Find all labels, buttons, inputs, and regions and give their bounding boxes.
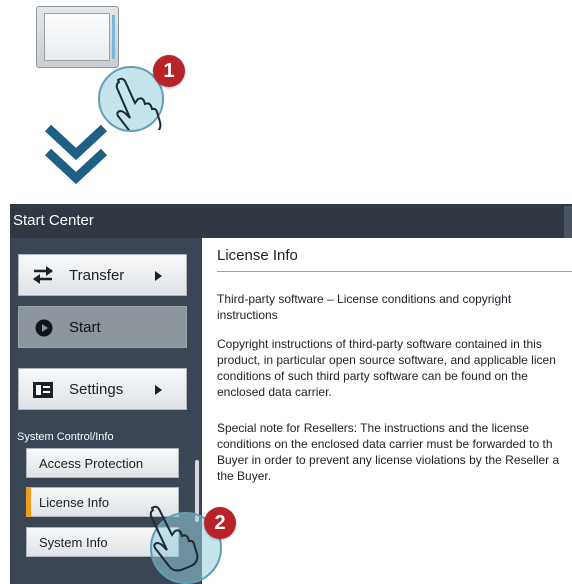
sidebar-item-access-protection[interactable]: Access Protection <box>26 448 179 478</box>
settings-panel-icon <box>33 382 53 398</box>
section-label: System Control/Info <box>17 431 114 443</box>
window-title: Start Center <box>13 212 94 229</box>
step-badge-1: 1 <box>153 55 185 87</box>
heading-divider <box>217 271 572 272</box>
transfer-label: Transfer <box>69 267 125 284</box>
start-label: Start <box>69 319 101 336</box>
device-indicator-strip <box>112 15 115 59</box>
step-badge-2: 2 <box>204 507 236 539</box>
sidebar-item-label: System Info <box>39 535 108 550</box>
device-screen <box>44 13 110 61</box>
transfer-button[interactable]: Transfer <box>18 254 187 296</box>
sidebar-item-label: License Info <box>39 495 110 510</box>
panel-device-icon <box>36 6 119 68</box>
sidebar-item-label: Access Protection <box>39 456 144 471</box>
page-title: License Info <box>217 247 298 264</box>
hand-pointer-icon <box>149 505 199 572</box>
reseller-note-paragraph: Special note for Resellers: The instruct… <box>217 421 560 483</box>
double-chevron-down-icon <box>44 124 108 185</box>
titlebar-button[interactable] <box>564 206 572 238</box>
hand-pointer-icon <box>115 77 162 130</box>
license-subtitle: Third-party software – License condition… <box>217 292 512 322</box>
chevron-right-icon <box>155 271 162 281</box>
start-button[interactable]: Start <box>18 306 187 348</box>
chevron-right-icon <box>155 385 162 395</box>
settings-button[interactable]: Settings <box>18 368 187 410</box>
license-info-panel: License Info Third-party software – Lice… <box>203 238 572 584</box>
copyright-paragraph: Copyright instructions of third-party so… <box>217 337 556 399</box>
settings-label: Settings <box>69 381 124 398</box>
transfer-arrows-icon <box>33 266 53 284</box>
start-center-titlebar: Start Center <box>10 204 572 238</box>
play-icon <box>35 319 53 337</box>
